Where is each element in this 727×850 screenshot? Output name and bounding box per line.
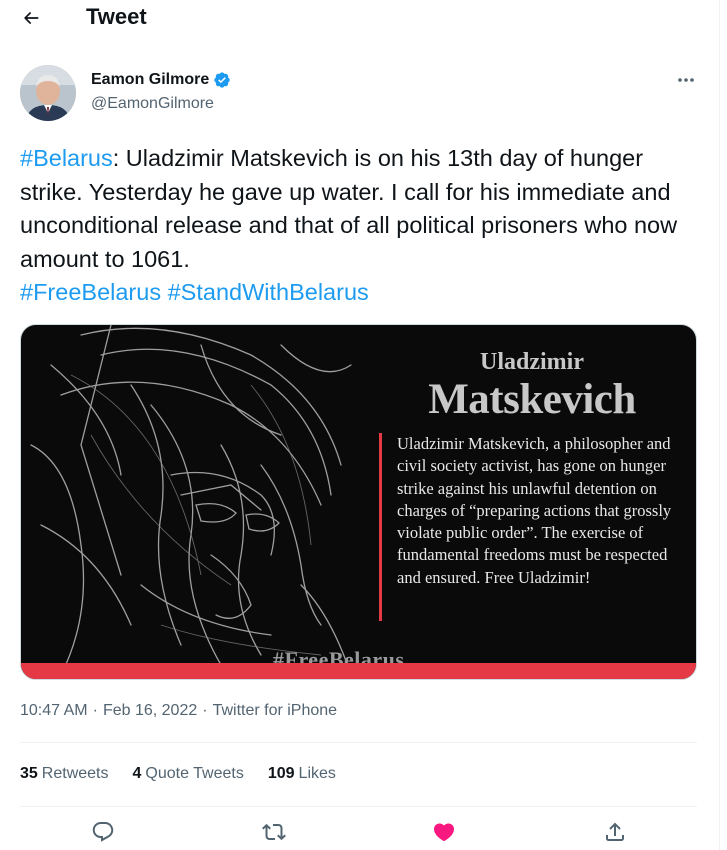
quote-tweets-count: 4 xyxy=(132,765,142,782)
back-button[interactable] xyxy=(14,4,48,32)
quote-tweets-stat[interactable]: 4 Quote Tweets xyxy=(133,763,244,785)
divider xyxy=(20,806,697,807)
author-name[interactable]: Eamon Gilmore xyxy=(91,70,209,90)
hashtag-link[interactable]: #StandWithBelarus xyxy=(168,279,369,305)
tweet-stats: 35 Retweets 4 Quote Tweets 109 Likes xyxy=(20,763,336,785)
column-border xyxy=(719,0,720,850)
header: Tweet xyxy=(0,0,719,36)
meta-separator: · xyxy=(92,702,98,719)
heart-icon xyxy=(433,823,455,842)
hashtag-link[interactable]: #FreeBelarus xyxy=(20,279,161,305)
image-accent-bar xyxy=(379,433,382,621)
hashtag-link[interactable]: #Belarus xyxy=(20,145,113,171)
retweets-stat[interactable]: 35 Retweets xyxy=(20,763,109,785)
arrow-left-icon xyxy=(24,12,39,24)
divider xyxy=(20,742,697,743)
tweet-time[interactable]: 10:47 AM xyxy=(20,700,88,722)
tweet-meta: 10:47 AM · Feb 16, 2022 · Twitter for iP… xyxy=(20,700,337,722)
quote-tweets-label: Quote Tweets xyxy=(145,765,244,782)
author-handle[interactable]: @EamonGilmore xyxy=(91,94,214,114)
reply-icon xyxy=(92,822,114,842)
image-description: Uladzimir Matskevich, a philosopher and … xyxy=(397,434,672,587)
share-button[interactable] xyxy=(598,820,632,850)
reply-button[interactable] xyxy=(86,820,120,850)
retweet-button[interactable] xyxy=(257,820,291,850)
likes-count: 109 xyxy=(267,765,295,782)
likes-stat[interactable]: 109 Likes xyxy=(268,763,336,785)
author-name-row: Eamon Gilmore xyxy=(91,70,231,90)
tweet-text: #Belarus: Uladzimir Matskevich is on his… xyxy=(20,142,700,310)
page-title: Tweet xyxy=(86,4,147,29)
tweet-image[interactable]: Uladzimir Matskevich Uladzimir Matskevic… xyxy=(20,324,697,680)
tweet-body-text: : Uladzimir Matskevich is on his 13th da… xyxy=(20,145,678,272)
tweet-date[interactable]: Feb 16, 2022 xyxy=(103,700,197,722)
retweets-label: Retweets xyxy=(41,765,109,782)
retweets-count: 35 xyxy=(20,765,38,782)
meta-separator: · xyxy=(202,702,208,719)
verified-badge-icon xyxy=(214,72,230,88)
tweet-source[interactable]: Twitter for iPhone xyxy=(213,700,338,722)
likes-label: Likes xyxy=(298,765,336,782)
image-title-small: Uladzimir xyxy=(480,349,584,375)
more-horizontal-icon xyxy=(678,78,694,82)
share-icon xyxy=(606,822,624,841)
retweet-icon xyxy=(262,823,286,841)
more-options-button[interactable] xyxy=(672,70,700,90)
avatar[interactable] xyxy=(20,65,76,121)
image-bottom-bar xyxy=(21,663,696,679)
image-title-big: Matskevich xyxy=(428,376,636,423)
like-button[interactable] xyxy=(427,820,461,850)
